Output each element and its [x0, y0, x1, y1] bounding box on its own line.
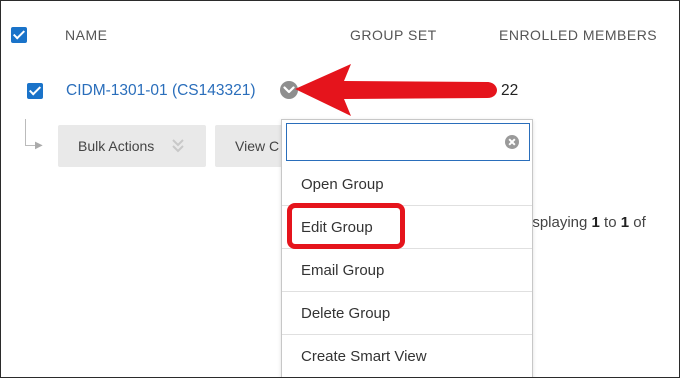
table-header: NAME GROUP SET ENROLLED MEMBERS — [1, 1, 679, 69]
menu-item-delete-group[interactable]: Delete Group — [282, 292, 532, 335]
pagination-end: 1 — [620, 214, 630, 231]
menu-search-box — [286, 123, 530, 161]
pagination-mid: to — [599, 214, 621, 231]
tree-arrow-icon: ▶ — [35, 140, 43, 151]
annotation-arrow-icon — [295, 64, 497, 116]
menu-item-create-smart-view[interactable]: Create Smart View — [282, 335, 532, 377]
groups-panel: NAME GROUP SET ENROLLED MEMBERS CIDM-130… — [0, 0, 680, 378]
clear-icon[interactable] — [505, 135, 519, 149]
pagination-prefix: isplaying — [529, 214, 592, 231]
view-button-label: View C — [235, 138, 280, 154]
bulk-actions-label: Bulk Actions — [78, 138, 155, 154]
enrolled-count: 22 — [501, 82, 519, 99]
row-checkbox[interactable] — [27, 83, 43, 99]
bulk-actions-button[interactable]: Bulk Actions — [58, 125, 206, 167]
double-chevron-down-icon — [172, 139, 184, 153]
column-header-name[interactable]: NAME — [65, 27, 107, 43]
pagination-start: 1 — [591, 214, 600, 231]
pagination-suffix: of — [629, 214, 646, 231]
menu-item-email-group[interactable]: Email Group — [282, 249, 532, 292]
menu-search-input[interactable] — [293, 124, 497, 160]
column-header-group-set[interactable]: GROUP SET — [350, 27, 437, 43]
pagination-status: isplaying 1 to 1 of — [529, 214, 646, 231]
menu-item-open-group[interactable]: Open Group — [282, 163, 532, 206]
select-all-checkbox[interactable] — [11, 27, 27, 43]
group-name-link[interactable]: CIDM-1301-01 (CS143321) — [66, 82, 256, 100]
annotation-highlight-box — [287, 203, 405, 249]
view-button[interactable]: View C — [215, 125, 285, 167]
column-header-enrolled-members[interactable]: ENROLLED MEMBERS — [499, 27, 657, 43]
